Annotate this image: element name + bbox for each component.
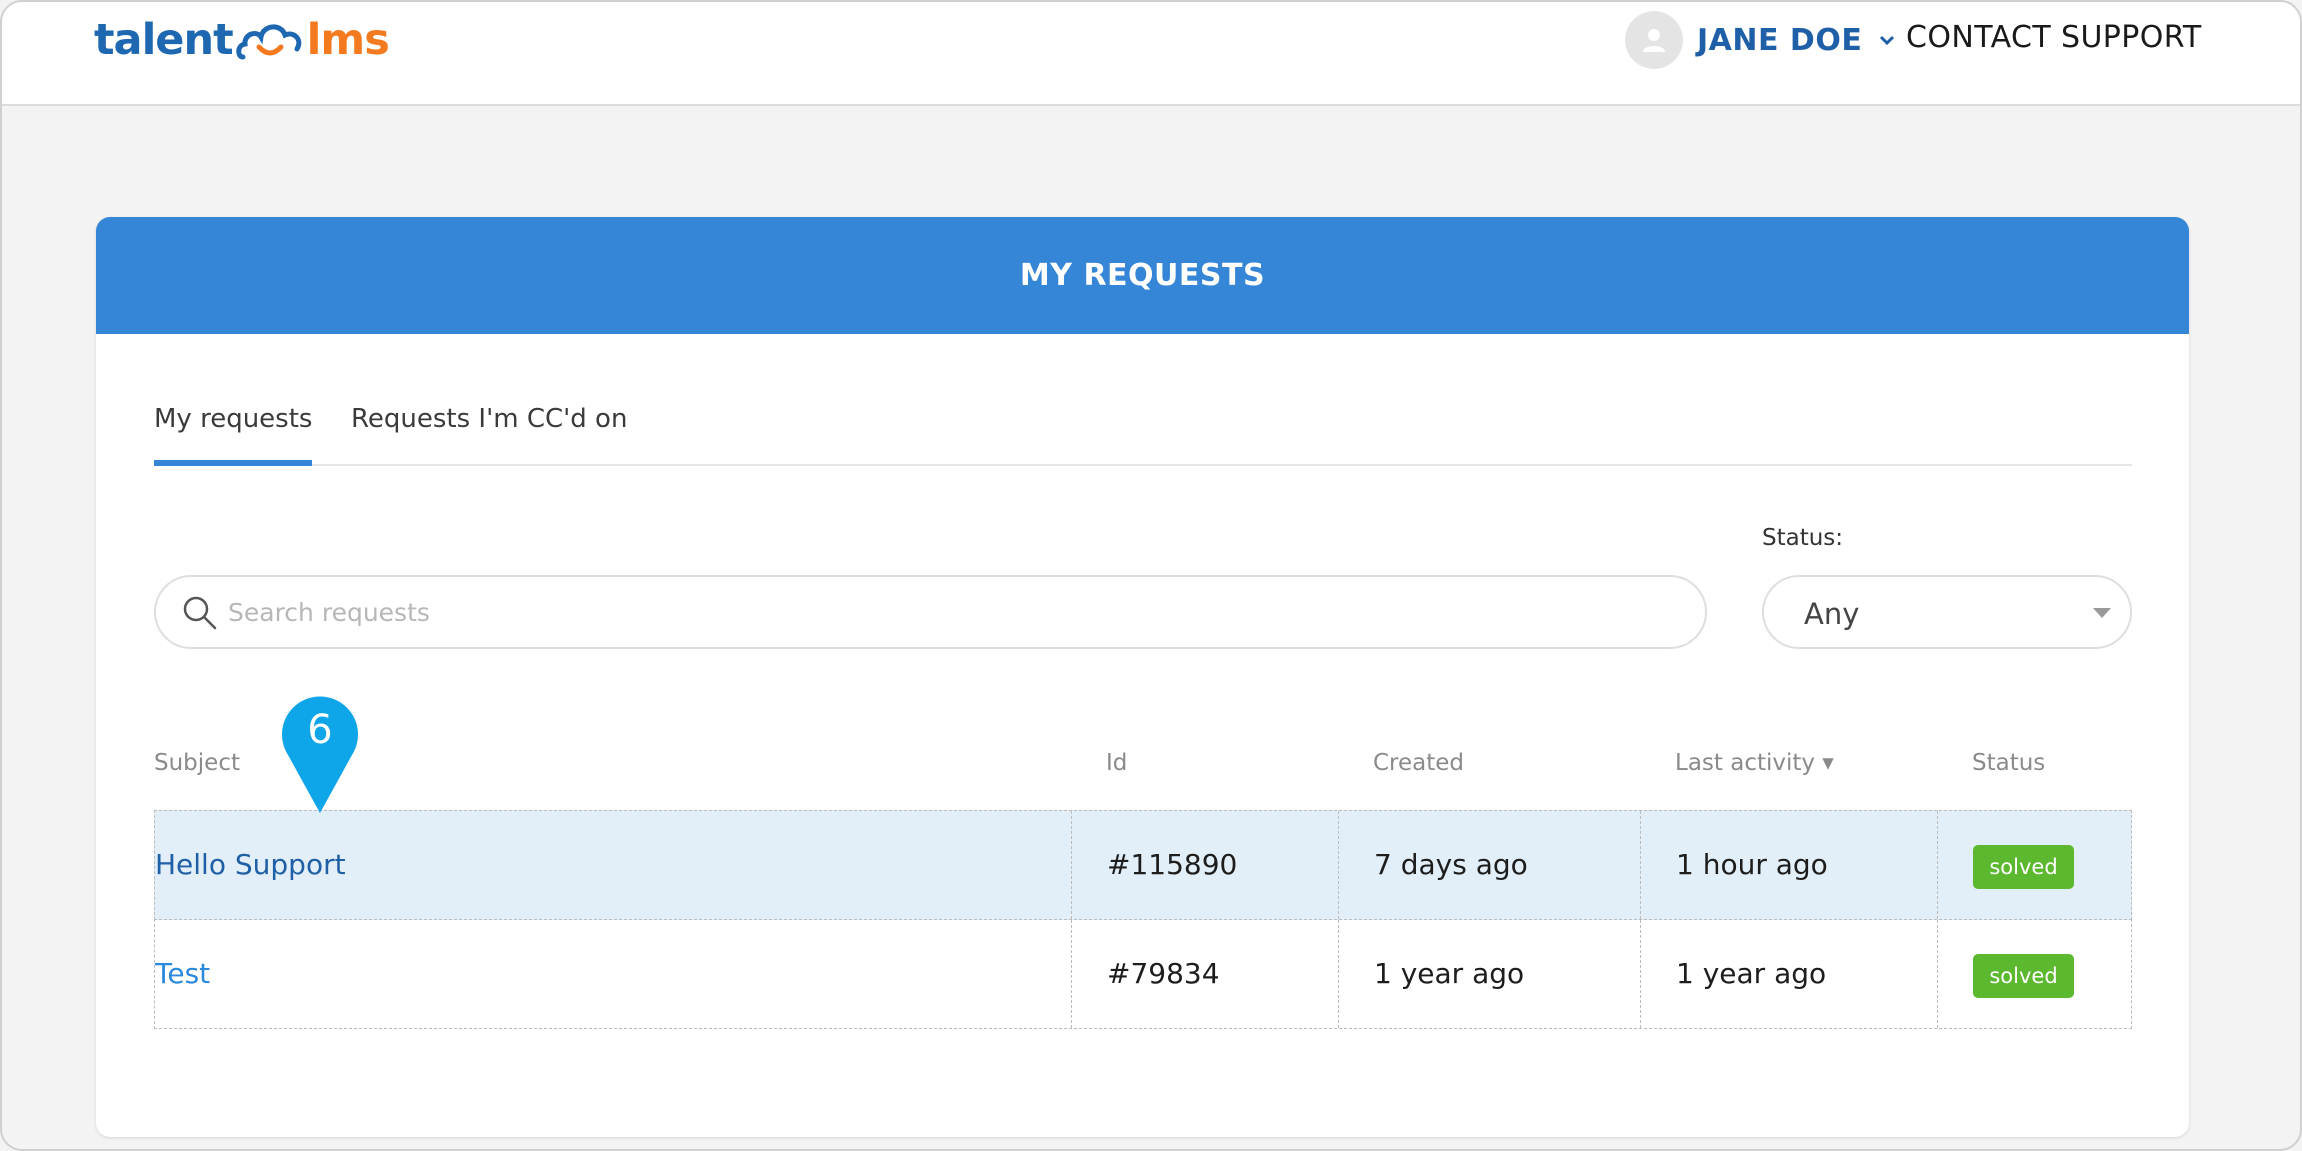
column-header-subject[interactable]: Subject (154, 750, 240, 776)
request-created: 1 year ago (1374, 957, 1525, 990)
status-filter-label: Status: (1762, 525, 1844, 551)
talentlms-logo[interactable]: talent lms (94, 10, 390, 70)
status-select-value: Any (1804, 597, 1860, 631)
chevron-down-icon[interactable] (1876, 29, 1898, 51)
request-tabs: My requests Requests I'm CC'd on (154, 387, 2132, 466)
requests-card: MY REQUESTS My requests Requests I'm CC'… (96, 217, 2189, 1137)
column-divider (1071, 920, 1072, 1028)
request-subject-cell: Hello Support (155, 811, 346, 919)
logo-text-talent: talent (94, 15, 234, 65)
requests-table: Subject Id Created Last activity ▾ Statu… (154, 722, 2132, 1029)
table-header: Subject Id Created Last activity ▾ Statu… (154, 722, 2132, 810)
column-header-id[interactable]: Id (1106, 750, 1127, 776)
top-navbar: talent lms JANE DOE CONTACT SUPPORT (2, 2, 2300, 106)
request-last-activity: 1 year ago (1676, 957, 1827, 990)
request-subject-link[interactable]: Test (155, 957, 210, 990)
contact-support-link[interactable]: CONTACT SUPPORT (1906, 16, 2202, 60)
tab-my-requests[interactable]: My requests (154, 387, 313, 466)
status-select[interactable]: Any (1762, 575, 2132, 649)
status-badge: solved (1973, 845, 2074, 889)
request-id: #115890 (1107, 848, 1238, 881)
column-divider (1338, 920, 1339, 1028)
column-divider (1338, 811, 1339, 919)
user-icon (1643, 29, 1665, 52)
search-input[interactable] (228, 587, 1668, 637)
column-header-created[interactable]: Created (1373, 750, 1464, 776)
caret-down-icon (2093, 608, 2111, 618)
cloud-smile-icon (235, 24, 301, 60)
column-header-status[interactable]: Status (1972, 750, 2045, 776)
request-subject-cell: Test (155, 920, 210, 1028)
app-window: talent lms JANE DOE CONTACT SUPPORT MY R… (0, 0, 2302, 1151)
page-title: MY REQUESTS (1019, 258, 1266, 293)
column-header-last-activity[interactable]: Last activity ▾ (1675, 750, 1834, 776)
avatar[interactable] (1625, 11, 1683, 69)
search-box[interactable] (154, 575, 1707, 649)
user-name[interactable]: JANE DOE (1697, 23, 1862, 58)
status-badge: solved (1973, 954, 2074, 998)
step-marker: 6 (280, 695, 360, 815)
tab-cc-requests[interactable]: Requests I'm CC'd on (351, 387, 627, 466)
column-divider (1937, 920, 1938, 1028)
user-menu[interactable]: JANE DOE (1625, 10, 1898, 70)
column-divider (1640, 811, 1641, 919)
search-icon (183, 596, 217, 630)
request-created: 7 days ago (1374, 848, 1528, 881)
logo-text-lms: lms (306, 15, 390, 65)
request-last-activity: 1 hour ago (1676, 848, 1828, 881)
step-number: 6 (307, 707, 333, 753)
request-id: #79834 (1107, 957, 1220, 990)
column-divider (1640, 920, 1641, 1028)
column-divider (1071, 811, 1072, 919)
table-row[interactable]: Test #79834 1 year ago 1 year ago solved (154, 919, 2132, 1029)
request-subject-link[interactable]: Hello Support (155, 848, 346, 881)
table-row[interactable]: Hello Support #115890 7 days ago 1 hour … (154, 810, 2132, 920)
column-divider (1937, 811, 1938, 919)
card-header: MY REQUESTS (96, 217, 2189, 334)
